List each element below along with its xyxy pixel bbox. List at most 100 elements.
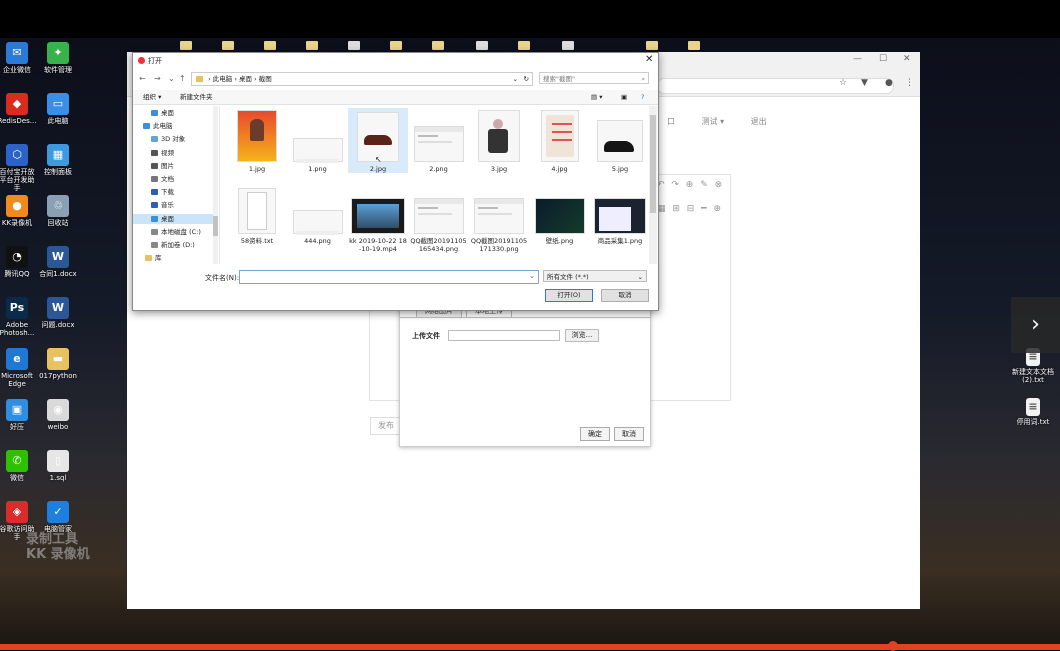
word-icon: W — [47, 297, 69, 319]
file-item[interactable]: 444.png — [288, 180, 348, 245]
control-panel-shortcut[interactable]: ▦ 控制面板 — [38, 144, 78, 176]
photoshop-shortcut[interactable]: Ps Adobe Photosh... — [0, 297, 37, 337]
file-shortcut[interactable]: ▯ 1.sql — [38, 450, 78, 482]
organize-button[interactable]: 组织 ▾ — [143, 90, 161, 104]
nav-item[interactable]: 图片 — [151, 161, 174, 171]
refresh-icon[interactable]: ↻ — [524, 73, 529, 85]
app-shortcut[interactable]: ⬡ 百付宝开放平台开发助手 — [0, 144, 37, 192]
preview-pane-icon[interactable]: ▣ — [621, 90, 627, 104]
txt-file-shortcut[interactable]: ≡ 新建文本文档 (2).txt — [1011, 348, 1055, 384]
file-item[interactable]: 1.jpg — [227, 108, 287, 173]
cancel-button[interactable]: 取消 — [614, 427, 644, 441]
publish-button[interactable]: 发布 — [370, 417, 402, 435]
file-item[interactable]: 3.jpg — [469, 108, 529, 173]
nav-item[interactable]: 视频 — [151, 148, 174, 158]
profile-icon[interactable]: ● — [885, 78, 893, 88]
file-item[interactable]: 商品采集1.png — [590, 180, 647, 245]
extension-icon[interactable]: ▼ — [861, 78, 868, 88]
nav-scrollbar[interactable] — [213, 106, 218, 264]
haozip-shortcut[interactable]: ▣ 好压 — [0, 399, 37, 431]
folder-icon — [151, 110, 158, 116]
redis-shortcut[interactable]: ◆ RedisDes... — [0, 93, 37, 125]
shortcut-label: RedisDes... — [0, 117, 37, 125]
browse-button[interactable]: 浏览... — [565, 329, 599, 342]
computer-shortcut[interactable]: ▭ 此电脑 — [38, 93, 78, 125]
taskbar-file-icon — [476, 41, 488, 50]
menu-item[interactable]: 口 — [667, 117, 675, 126]
breadcrumb-item[interactable]: 此电脑 — [213, 75, 233, 83]
wecom-icon: ✉ — [6, 42, 28, 64]
close-icon[interactable]: ✕ — [903, 54, 911, 64]
close-icon[interactable]: ✕ — [645, 54, 653, 65]
up-arrow-icon[interactable]: ↑ — [179, 74, 186, 83]
file-list-scrollbar-thumb[interactable] — [650, 115, 656, 213]
recycle-bin-shortcut[interactable]: ♲ 回收站 — [38, 195, 78, 227]
back-arrow-icon[interactable]: ← — [139, 74, 146, 83]
taskbar-folder-icon — [390, 41, 402, 50]
minimize-icon[interactable]: — — [853, 54, 862, 64]
upload-file-input[interactable] — [448, 330, 560, 341]
file-item[interactable]: 5.jpg — [590, 108, 647, 173]
menu-item-test[interactable]: 测试 ▾ — [702, 117, 725, 126]
qq-shortcut[interactable]: ◔ 腾讯QQ — [0, 246, 37, 278]
nav-item[interactable]: 本地磁盘 (C:) — [151, 227, 201, 237]
search-input[interactable]: 搜索"截图" ⌕ — [539, 72, 649, 84]
software-shortcut[interactable]: ✦ 软件管理 — [38, 42, 78, 74]
wechat-shortcut[interactable]: ✆ 微信 — [0, 450, 37, 482]
recent-dropdown-icon[interactable]: ⌄ — [168, 74, 175, 83]
star-icon[interactable]: ☆ — [839, 78, 847, 88]
view-options-icon[interactable]: ▤ ▾ — [591, 90, 602, 104]
file-item[interactable]: 2.png — [409, 108, 469, 173]
file-item[interactable]: 4.jpg — [530, 108, 590, 173]
file-item[interactable]: 1.png — [288, 108, 348, 173]
forward-arrow-icon[interactable]: → — [154, 74, 161, 83]
nav-item[interactable]: 库 — [145, 253, 162, 263]
maximize-icon[interactable]: ☐ — [879, 54, 887, 64]
file-thumbnail — [478, 110, 520, 162]
nav-scrollbar-thumb[interactable] — [213, 216, 218, 236]
txt-file-shortcut[interactable]: ≡ 停用词.txt — [1011, 398, 1055, 426]
address-bar[interactable] — [657, 78, 894, 94]
file-item[interactable]: QQ截图20191105165434.png — [409, 180, 469, 253]
folder-shortcut[interactable]: ▬ 017python — [38, 348, 78, 380]
filetype-select[interactable]: 所有文件 (*.*) ⌄ — [543, 270, 647, 282]
chevron-down-icon[interactable]: ⌄ — [529, 272, 535, 280]
nav-item[interactable]: 音乐 — [151, 200, 174, 210]
nav-item[interactable]: 桌面 — [133, 213, 213, 224]
editor-toolbar[interactable]: ↶ ↷ ⊕ ✎ ⊗ — [657, 180, 724, 190]
shortcut-label: 017python — [39, 372, 77, 380]
file-item[interactable]: 58资料.txt — [227, 180, 287, 245]
word-shortcut[interactable]: W 问题.docx — [38, 297, 78, 329]
nav-item[interactable]: 桌面 — [151, 108, 174, 118]
file-item[interactable]: kk 2019-10-22 18-10-19.mp4 — [348, 180, 408, 253]
wecom-shortcut[interactable]: ✉ 企业微信 — [0, 42, 37, 74]
filename-input[interactable]: ⌄ — [239, 270, 539, 284]
nav-item[interactable]: 此电脑 — [143, 121, 173, 131]
weibo-shortcut[interactable]: ◉ weibo — [38, 399, 78, 431]
open-button[interactable]: 打开(O) — [545, 289, 593, 302]
nav-item[interactable]: 文档 — [151, 174, 174, 184]
new-folder-button[interactable]: 新建文件夹 — [180, 90, 213, 104]
menu-item-logout[interactable]: 退出 — [751, 117, 767, 126]
nav-item[interactable]: 下载 — [151, 187, 174, 197]
breadcrumb-item[interactable]: 桌面 — [239, 75, 252, 83]
breadcrumb[interactable]: › 此电脑 › 桌面 › 截图 ⌄ ↻ — [191, 72, 533, 86]
kk-shortcut[interactable]: ● KK录像机 — [0, 195, 37, 227]
breadcrumb-item[interactable]: 截图 — [259, 75, 272, 83]
help-icon[interactable]: ? — [641, 90, 644, 104]
word-shortcut[interactable]: W 合同1.docx — [38, 246, 78, 278]
ok-button[interactable]: 确定 — [580, 427, 610, 441]
cancel-button[interactable]: 取消 — [601, 289, 649, 302]
editor-toolbar-row-2[interactable]: ▦ ⊞ ⊟ ━ ⊕ — [657, 204, 723, 214]
file-name: QQ截图20191105171330.png — [470, 237, 528, 253]
nav-item[interactable]: 3D 对象 — [151, 134, 185, 144]
nav-item[interactable]: 新加卷 (D:) — [151, 240, 195, 250]
nav-item-label: 音乐 — [161, 201, 174, 210]
security-shortcut[interactable]: ✓ 电脑管家 — [38, 501, 78, 533]
next-arrow-icon[interactable]: › — [1011, 297, 1060, 353]
edge-shortcut[interactable]: e Microsoft Edge — [0, 348, 37, 388]
file-item[interactable]: 壁纸.png — [530, 180, 590, 245]
file-item[interactable]: QQ截图20191105171330.png — [469, 180, 529, 253]
menu-icon[interactable]: ⋮ — [905, 78, 914, 88]
chevron-down-icon[interactable]: ⌄ — [513, 73, 518, 85]
